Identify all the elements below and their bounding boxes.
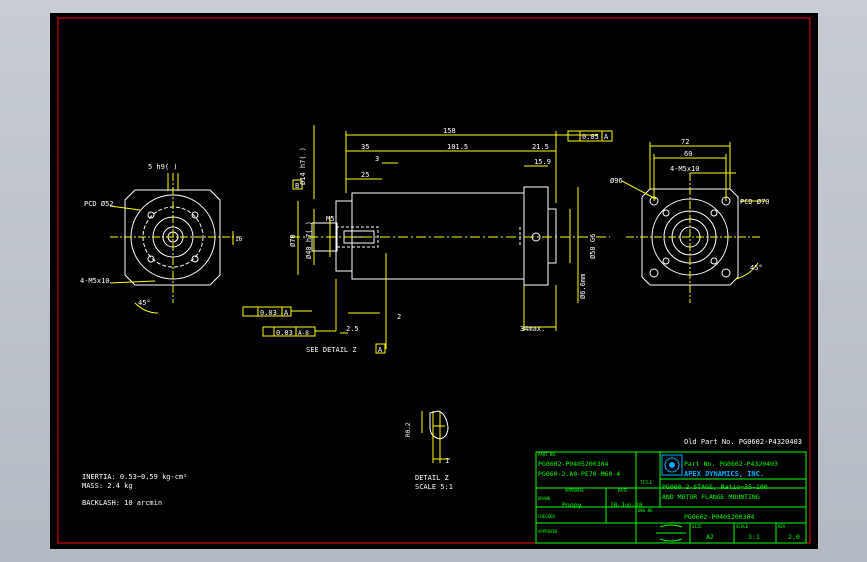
motor-flange	[523, 186, 549, 286]
drawing-canvas: 5 h9( ) PCD Ø52 4-M5x10 45° 16 158 35 10…	[57, 17, 811, 544]
tb-part-no-1: PG0602-P0405200304	[538, 460, 609, 468]
tb-size-label: SIZE	[692, 524, 702, 529]
detail-z	[421, 410, 450, 463]
front-keyway-label: 5 h9( )	[148, 163, 178, 171]
detail-label: DETAIL Z	[415, 474, 449, 482]
motor-bolt-label: Ø6.6mm	[579, 274, 587, 299]
motor-pilot	[547, 208, 557, 264]
rear-72-label: 72	[681, 138, 689, 146]
tb-approval-label: APPROVAL	[565, 488, 585, 493]
runout-value: 0.05	[582, 133, 599, 141]
front-thread-label: 4-M5x10	[80, 277, 110, 285]
tb-title-1: PG060 2 STAGE, Ratio=35-100	[662, 483, 768, 491]
rear-motor-hole-2	[710, 209, 718, 217]
tb-date-label: DATE	[618, 488, 628, 493]
rear-bolt-hole-3	[649, 268, 659, 278]
dim-215-label: 21.5	[532, 143, 549, 151]
runout-datum: A	[604, 133, 609, 141]
drawing-viewport[interactable]: 5 h9( ) PCD Ø52 4-M5x10 45° 16 158 35 10…	[50, 13, 818, 549]
shaft-dia-label: Ø14 h7( )	[299, 147, 307, 185]
tb-title-2: AND MOTOR FLANGE MOUNTING	[662, 493, 760, 501]
detail-scale-label: SCALE 5:1	[415, 483, 453, 491]
old-part-label: Old Part No. PG0602-P4320403	[684, 438, 802, 446]
motor-pilot-label: Ø50 G6	[589, 234, 597, 259]
rear-60-label: 60	[684, 150, 692, 158]
thread-m5-label: M5	[326, 215, 334, 223]
detail-r-label: R0.2	[405, 422, 412, 437]
tb-company: APEX DYNAMICS, INC.	[684, 470, 764, 478]
front-angle-label: 45°	[138, 299, 151, 307]
logo-symbol	[656, 524, 686, 542]
dim-35-label: 35	[361, 143, 369, 151]
tb-logo-part: Part No. PG0602-P4320403	[684, 460, 778, 468]
tb-rev: 2.0	[788, 533, 800, 541]
front-view	[110, 173, 240, 303]
tb-approved-label: APPROVED	[538, 529, 558, 534]
tol2-datum: A-B	[298, 330, 309, 337]
detail-1-label: 1	[445, 457, 449, 465]
tb-drawn-by: Poopy	[562, 501, 582, 509]
see-detail-label: SEE DETAIL Z	[306, 346, 357, 354]
cad-window: 5 h9( ) PCD Ø52 4-M5x10 45° 16 158 35 10…	[0, 0, 867, 562]
dim-25-label: 25	[361, 171, 369, 179]
dia-leader	[621, 180, 657, 200]
dim-101-label: 101.5	[447, 143, 468, 151]
tol2-value: 0.03	[276, 329, 293, 337]
rear-thread-label: 4-M5x10	[670, 165, 700, 173]
tb-scale: 3:1	[748, 533, 760, 541]
note-mass: MASS: 2.4 kg	[82, 482, 133, 490]
note-inertia: INERTIA: 0.53~0.59 kg-cm²	[82, 473, 187, 481]
rear-bolt-hole-4	[721, 268, 731, 278]
tb-checked-label: CHECKED	[538, 514, 555, 519]
tb-dwg-no: PG0602-P0405200304	[684, 513, 755, 521]
front-keyhole-label: 16	[235, 236, 243, 243]
logo-core	[669, 462, 675, 468]
side-view	[290, 186, 610, 286]
note-backlash: BACKLASH: 10 arcmin	[82, 499, 162, 507]
pilot-dia-label: Ø40 h7( )	[305, 221, 313, 259]
rear-motor-hole-4	[710, 257, 718, 265]
rear-motor-hole-3	[662, 257, 670, 265]
tb-size: A2	[706, 533, 714, 541]
rear-dimensions	[621, 142, 766, 280]
tb-drawn-label: DRAWN	[538, 496, 551, 501]
tb-part-no-label: PART NO.	[538, 452, 557, 457]
overall-length-label: 158	[443, 127, 456, 135]
rear-dia-label: Ø96	[610, 177, 623, 185]
dim-159-label: 15.9	[534, 158, 551, 166]
tb-scale-label: SCALE	[736, 524, 749, 529]
tb-rev-label: REV	[778, 524, 786, 529]
dim-34max-label: 34max.	[520, 325, 545, 333]
rear-angle-label: 45°	[750, 264, 763, 272]
tb-dwg-label: DWG NO.	[638, 508, 655, 513]
dim-25b-label: 2.5	[346, 325, 359, 333]
dim-3-label: 3	[375, 155, 379, 163]
tb-title-label: TITLE	[640, 480, 653, 485]
tb-part-no-2: PG060-2.A0-PE70-M60-4	[538, 470, 620, 478]
datum-b-label: B	[295, 182, 299, 190]
tol1-value: 0.03	[260, 309, 277, 317]
flange-dia-label: Ø70	[289, 234, 297, 247]
rear-view	[626, 173, 760, 303]
rear-pcd-label: PCD Ø70	[740, 198, 770, 206]
front-pcd-label: PCD Ø52	[84, 200, 114, 208]
dim-2-label: 2	[397, 313, 401, 321]
rear-motor-hole-1	[662, 209, 670, 217]
